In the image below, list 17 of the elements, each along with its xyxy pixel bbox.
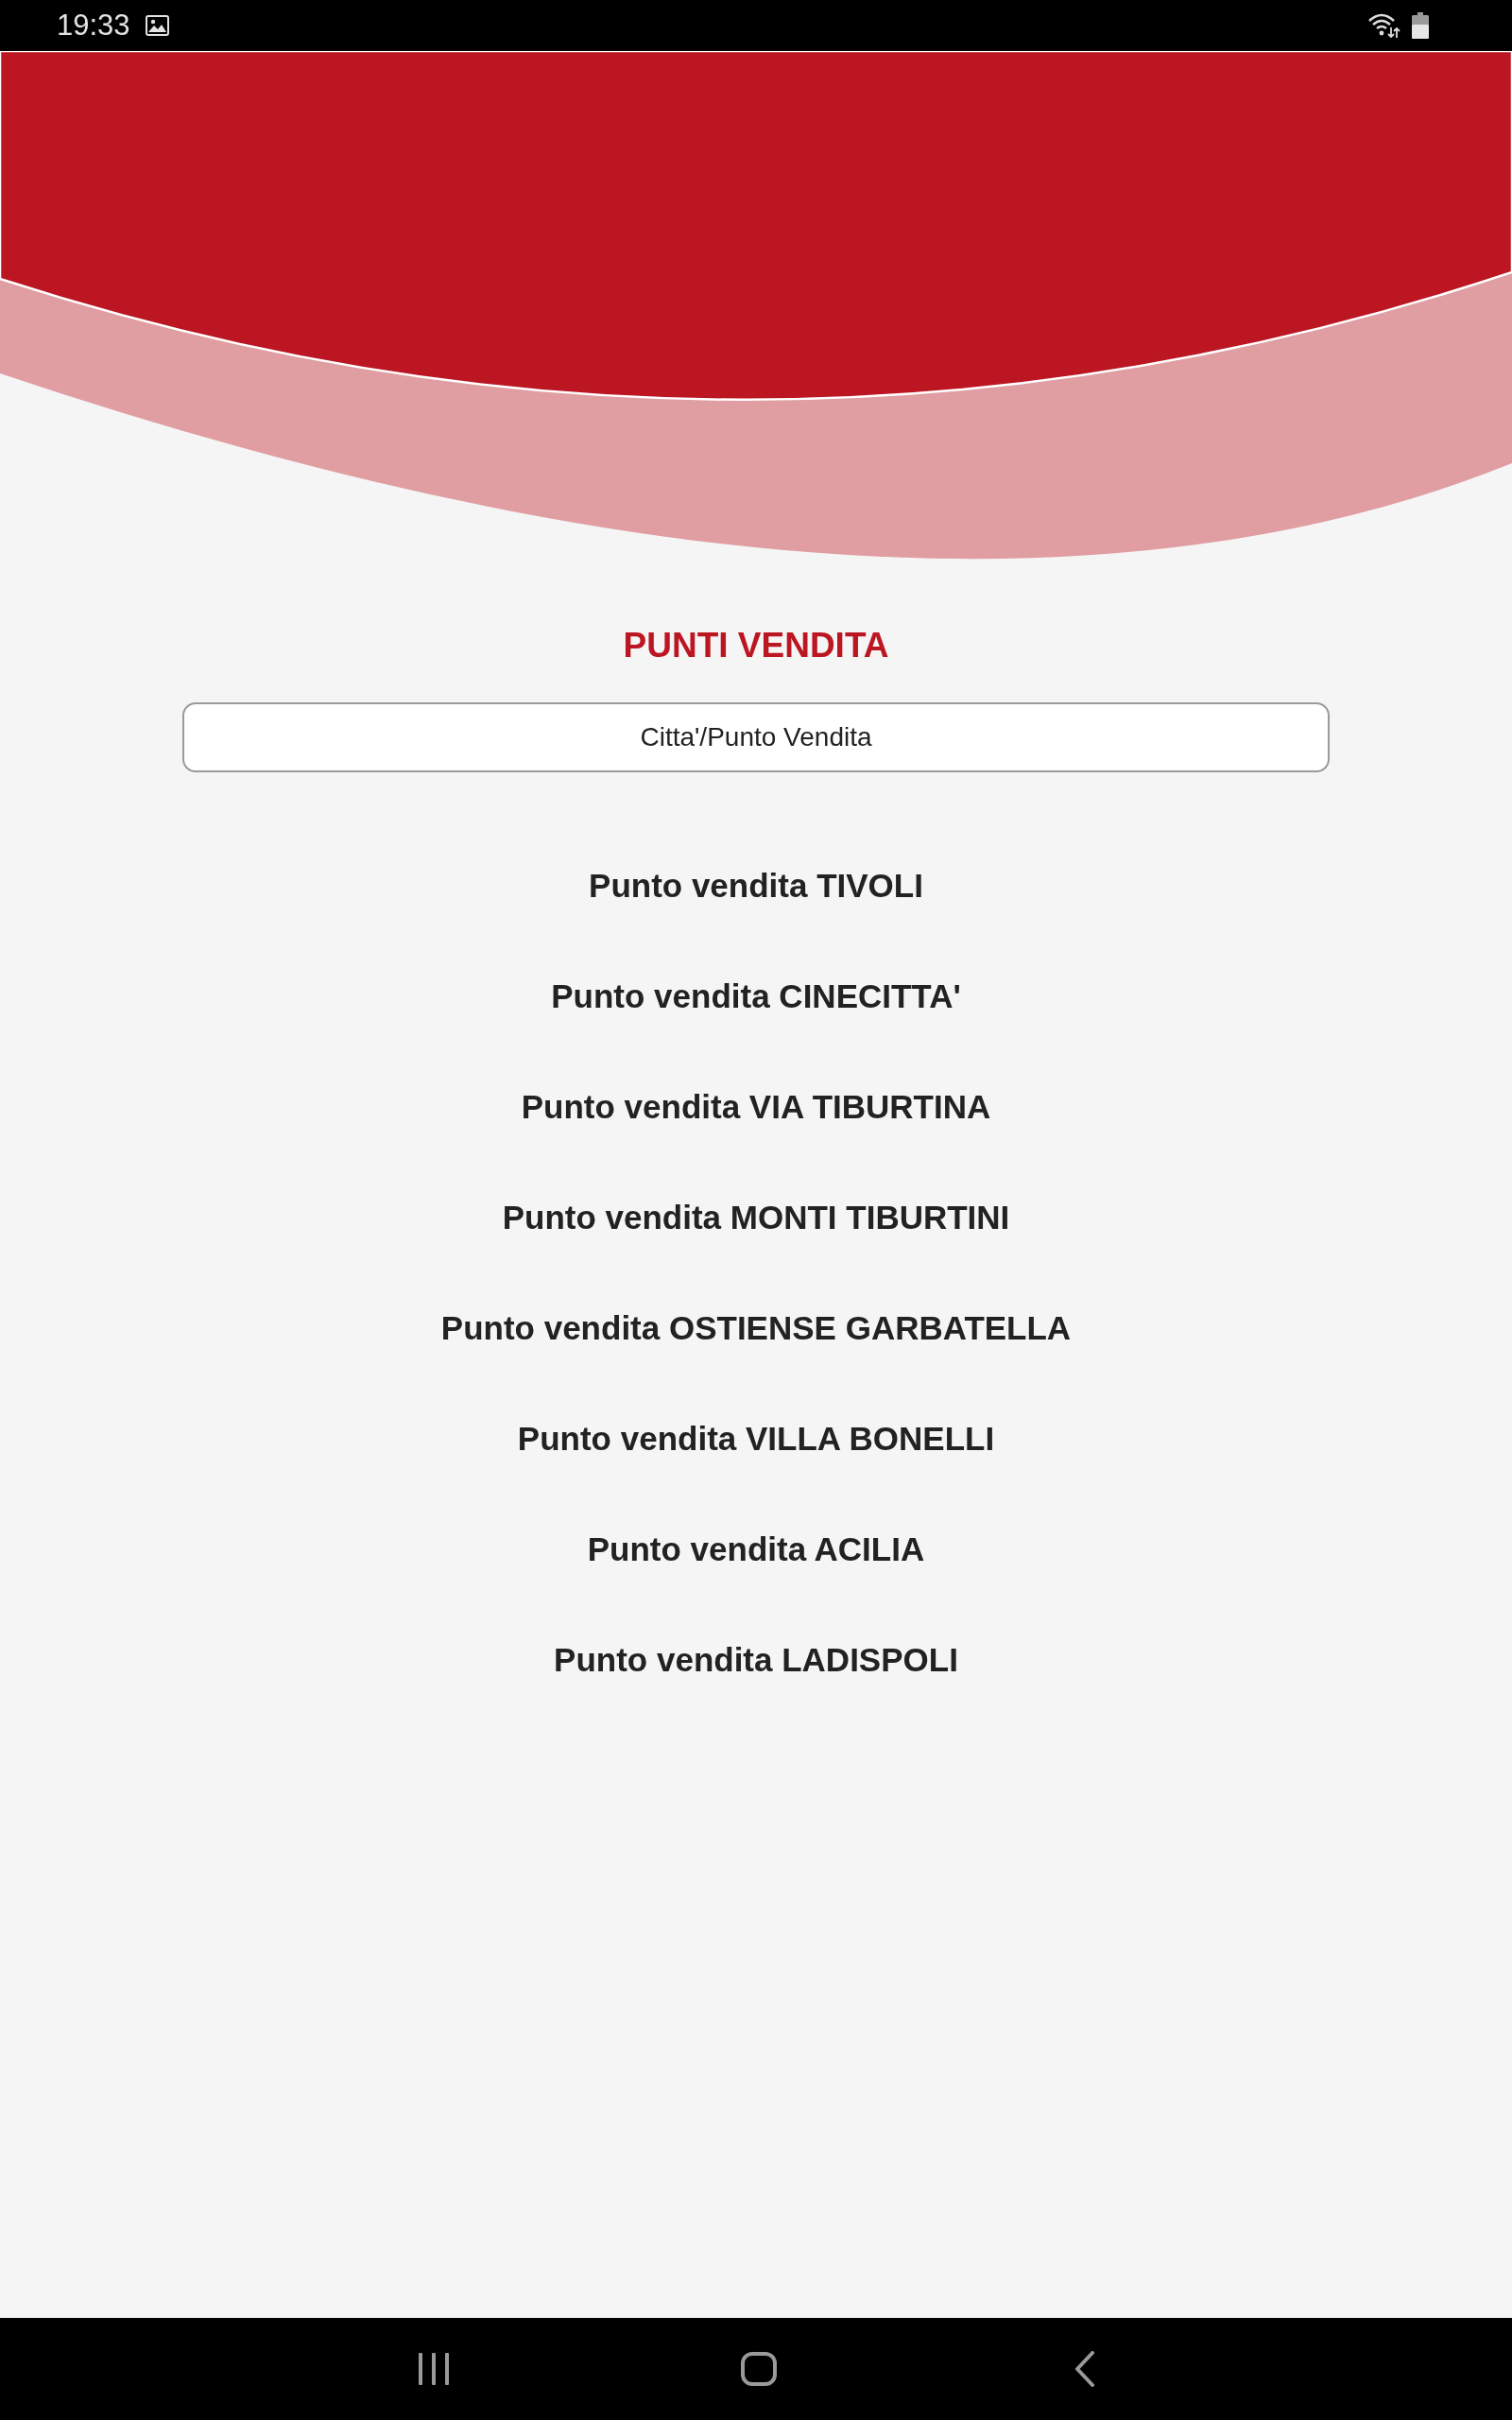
back-icon[interactable] bbox=[1074, 2351, 1095, 2387]
store-list-item[interactable]: Punto vendita ACILIA bbox=[587, 1529, 925, 1570]
picture-icon bbox=[145, 15, 169, 36]
store-list-item[interactable]: Punto vendita OSTIENSE GARBATELLA bbox=[440, 1307, 1072, 1349]
recent-apps-icon[interactable] bbox=[417, 2352, 450, 2386]
home-icon[interactable] bbox=[740, 2352, 777, 2386]
store-list-item[interactable]: Punto vendita MONTI TIBURTINI bbox=[502, 1197, 1010, 1238]
store-list-item[interactable]: Punto vendita VIA TIBURTINA bbox=[521, 1086, 991, 1128]
wifi-icon bbox=[1368, 12, 1400, 39]
store-list-item[interactable]: Punto vendita CINECITTA' bbox=[551, 976, 961, 1017]
status-time: 19:33 bbox=[57, 9, 130, 43]
search-field[interactable]: Citta'/Punto Vendita bbox=[182, 702, 1330, 772]
battery-icon bbox=[1412, 12, 1429, 39]
page-title: PUNTI VENDITA bbox=[623, 625, 889, 666]
store-list-item[interactable]: Punto vendita VILLA BONELLI bbox=[517, 1418, 995, 1460]
store-list-item[interactable]: Punto vendita LADISPOLI bbox=[554, 1639, 958, 1681]
store-list-item[interactable]: Punto vendita TIVOLI bbox=[589, 865, 923, 907]
